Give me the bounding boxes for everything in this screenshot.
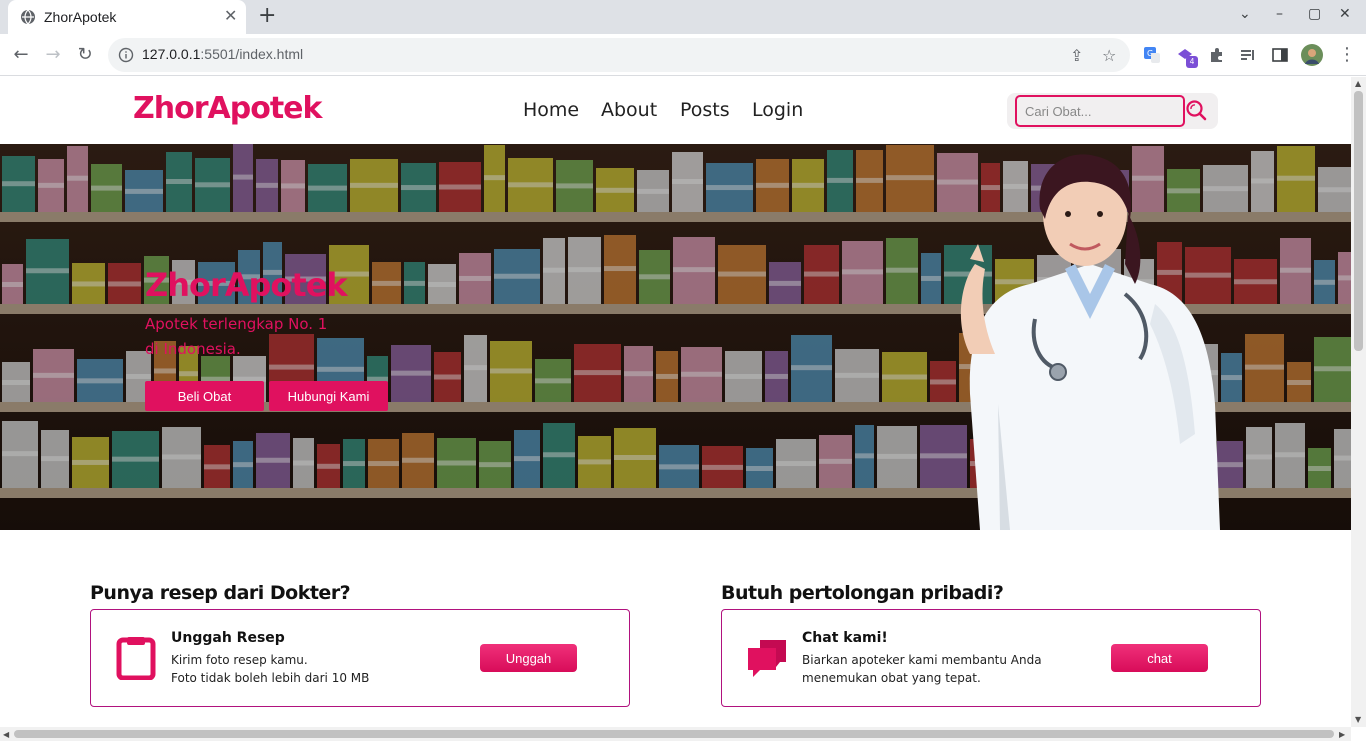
menu-kebab-icon[interactable]: ⋮ [1334,42,1360,68]
tab-close-icon[interactable]: ✕ [224,7,237,25]
site-navbar: ZhorApotek Home About Posts Login [0,77,1351,144]
card-title: Unggah Resep [171,630,285,646]
upload-prescription-card: Unggah Resep Kirim foto resep kamu. Foto… [90,609,630,707]
extension-count-badge: 4 [1186,56,1198,68]
tab-search-button[interactable]: ⌄ [1239,6,1251,22]
contact-us-button[interactable]: Hubungi Kami [269,381,388,411]
site-info-icon[interactable] [118,47,134,63]
scroll-left-icon[interactable]: ◀ [3,730,9,739]
card-description: Kirim foto resep kamu. Foto tidak boleh … [171,653,370,685]
prescription-heading: Punya resep dari Dokter? [90,582,351,604]
puzzle-extensions-icon[interactable] [1208,46,1226,64]
web-page: ZhorApotek Home About Posts Login Cari O… [0,77,1351,727]
bookmark-star-icon[interactable]: ☆ [1102,46,1116,65]
forward-icon[interactable]: → [40,42,66,68]
hero-banner: ZhorApotek Apotek terlengkap No. 1 di In… [0,144,1351,530]
nav-home[interactable]: Home [523,99,579,121]
hero-subtitle: Apotek terlengkap No. 1 di Indonesia. [145,315,328,358]
card-description: Biarkan apoteker kami membantu Anda mene… [802,653,1042,685]
vertical-scrollbar[interactable]: ▲ ▼ [1351,77,1366,727]
browser-toolbar: ← → ↻ 127.0.0.1:5501/index.html ⇪ ☆ G 4 … [0,34,1366,76]
card-title: Chat kami! [802,630,888,646]
upload-button[interactable]: Unggah [480,644,577,672]
scroll-right-icon[interactable]: ▶ [1339,730,1345,739]
vertical-scroll-thumb[interactable] [1354,91,1363,351]
tab-title: ZhorApotek [44,9,117,25]
share-icon[interactable]: ⇪ [1070,46,1083,65]
pharmacist-photo [960,154,1220,530]
chat-button[interactable]: chat [1111,644,1208,672]
search-input[interactable] [1015,95,1185,127]
browser-tab-strip: ZhorApotek ✕ + ⌄ – ▢ ✕ [0,0,1366,34]
help-heading: Butuh pertolongan pribadi? [721,582,1004,604]
buy-medicine-button[interactable]: Beli Obat [145,381,264,411]
side-panel-icon[interactable] [1271,46,1289,64]
maximize-button[interactable]: ▢ [1308,6,1321,22]
chat-card: Chat kami! Biarkan apoteker kami membant… [721,609,1261,707]
chat-bubbles-icon [748,640,786,677]
horizontal-scroll-thumb[interactable] [14,730,1334,738]
clipboard-icon [116,637,156,680]
translate-extension-icon[interactable]: G [1143,46,1161,64]
globe-icon [21,9,35,25]
scroll-down-icon[interactable]: ▼ [1355,715,1361,724]
scroll-up-icon[interactable]: ▲ [1355,79,1361,88]
site-logo[interactable]: ZhorApotek [133,91,322,126]
url-text[interactable]: 127.0.0.1:5501/index.html [142,46,303,62]
profile-avatar-icon[interactable] [1301,44,1323,66]
minimize-button[interactable]: – [1276,6,1283,22]
new-tab-button[interactable]: + [258,4,276,28]
back-icon[interactable]: ← [8,42,34,68]
hero-title: ZhorApotek [145,266,348,304]
reload-icon[interactable]: ↻ [72,42,98,68]
nav-login[interactable]: Login [752,99,803,121]
browser-tab[interactable]: ZhorApotek ✕ [8,0,246,34]
search-form [1007,93,1218,129]
horizontal-scrollbar[interactable]: ◀ ▶ [0,727,1351,741]
search-icon[interactable] [1185,99,1207,121]
address-bar[interactable]: 127.0.0.1:5501/index.html ⇪ ☆ [108,38,1130,72]
media-queue-icon[interactable] [1239,46,1257,64]
close-window-button[interactable]: ✕ [1339,6,1351,22]
nav-about[interactable]: About [601,99,657,121]
nav-posts[interactable]: Posts [680,99,730,121]
